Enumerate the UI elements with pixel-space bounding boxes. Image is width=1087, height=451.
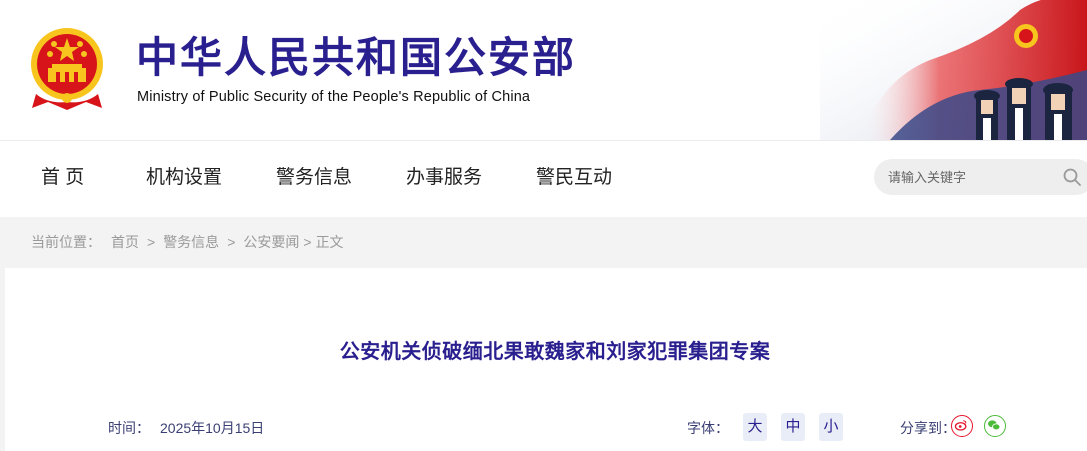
share-weibo-button[interactable] [951, 415, 973, 437]
article-title: 公安机关侦破缅北果敢魏家和刘家犯罪集团专案 [339, 339, 771, 363]
breadcrumb-separator: > [303, 234, 312, 250]
time-label: 时间： [108, 420, 150, 436]
breadcrumb-police-info[interactable]: 警务信息 [163, 234, 219, 250]
national-emblem-icon[interactable] [28, 24, 106, 112]
font-size-small-button[interactable]: 小 [819, 413, 843, 441]
nav-item-home[interactable]: 首 页 [41, 164, 84, 192]
nav-item-services[interactable]: 办事服务 [406, 164, 482, 192]
share-wechat-button[interactable] [984, 415, 1006, 437]
nav-item-interaction[interactable]: 警民互动 [536, 164, 612, 192]
share-label: 分享到： [900, 420, 956, 436]
breadcrumb-separator: > [227, 234, 236, 250]
header-banner-image [820, 0, 1087, 140]
wechat-icon [988, 420, 1001, 431]
search-icon[interactable] [1062, 167, 1082, 187]
font-size-label: 字体： [687, 420, 729, 436]
font-size-medium-button[interactable]: 中 [781, 413, 805, 441]
time-value: 2025年10月15日 [160, 420, 265, 436]
breadcrumb-current: 正文 [315, 234, 344, 250]
nav-item-police-info[interactable]: 警务信息 [276, 164, 352, 192]
breadcrumb: 当前位置： 首页 > 警务信息 > 公安要闻 > 正文 [31, 230, 344, 254]
breadcrumb-news[interactable]: 公安要闻 [243, 234, 299, 250]
article-time: 时间： 2025年10月15日 [108, 417, 264, 439]
font-size-large-button[interactable]: 大 [743, 413, 767, 441]
search-input[interactable] [888, 159, 1048, 195]
breadcrumb-separator: > [147, 234, 156, 250]
site-header: 中华人民共和国公安部 Ministry of Public Security o… [0, 0, 1087, 140]
breadcrumb-prefix: 当前位置： [31, 234, 101, 250]
site-subtitle: Ministry of Public Security of the Peopl… [137, 89, 531, 105]
breadcrumb-home[interactable]: 首页 [111, 234, 139, 250]
site-title[interactable]: 中华人民共和国公安部 [136, 30, 576, 86]
weibo-icon [954, 420, 967, 431]
search-box [874, 159, 1087, 195]
nav-item-organization[interactable]: 机构设置 [146, 164, 222, 192]
